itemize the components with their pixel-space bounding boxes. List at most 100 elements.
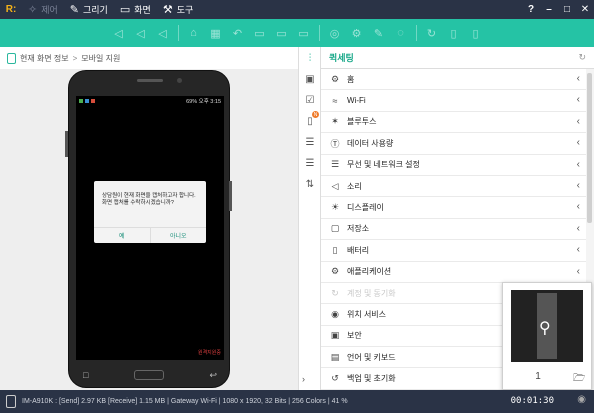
maximize-button[interactable]: □	[558, 4, 576, 15]
settings-row-storage[interactable]: ▢ 저장소 ‹	[321, 219, 586, 241]
phone-info-icon	[7, 52, 16, 64]
status-notifications	[79, 99, 95, 103]
row-label: 소리	[347, 181, 362, 191]
lock-icon: ▣	[330, 330, 340, 341]
toolbar-divider	[318, 25, 320, 41]
chevron-left-icon: ‹	[576, 73, 580, 84]
phone-status-bar: 69% 오후 3:15	[76, 96, 224, 106]
new-badge: N	[312, 111, 319, 118]
menu-control[interactable]: ✧ 제어	[22, 0, 64, 19]
landscape-icon[interactable]: ▯	[465, 23, 487, 43]
settings-row-home[interactable]: ⚙ 홈 ‹	[321, 69, 586, 91]
display-icon[interactable]: ▭	[293, 23, 315, 43]
scroll-thumb[interactable]	[587, 73, 592, 223]
app-icon: ▯	[307, 115, 313, 127]
row-label: 배터리	[347, 245, 370, 255]
phone-nav-keys: □ ↩	[83, 370, 217, 381]
toolbar-divider	[177, 25, 179, 41]
settings-row-data-usage[interactable]: Ⓣ 데이터 사용량 ‹	[321, 133, 586, 155]
keyboard-icon: ▤	[330, 351, 340, 362]
camera-icon[interactable]: ◉	[577, 394, 586, 405]
chevron-left-icon: ‹	[576, 115, 580, 127]
remote-support-label: 원격지원중	[197, 350, 221, 356]
menu-draw-label: 그리기	[83, 5, 108, 15]
volume-up-icon[interactable]: ◁	[152, 23, 174, 43]
touch-icon[interactable]: ◁	[108, 23, 130, 43]
phone-camera	[177, 78, 182, 83]
menu-tools[interactable]: ⚒ 도구	[157, 0, 199, 19]
quick-settings-icon[interactable]: ⫶	[299, 48, 321, 68]
refresh-icon[interactable]: ↻	[578, 52, 586, 63]
settings-row-display[interactable]: ☀ 디스플레이 ‹	[321, 197, 586, 219]
breadcrumb-mobile-support[interactable]: 모바일 지원	[81, 53, 120, 64]
home-icon[interactable]: ⌂	[183, 23, 205, 43]
back-key-icon[interactable]: ↩	[209, 370, 217, 381]
notification-app-icon[interactable]: ▯ N	[299, 111, 321, 131]
control-icon: ✧	[28, 4, 38, 16]
settings-row-bluetooth[interactable]: ✶ 블루투스 ‹	[321, 112, 586, 134]
row-label: 홈	[347, 74, 355, 84]
dialog-no-button[interactable]: 아니오	[151, 228, 207, 243]
folder-icon[interactable]: 🗁	[573, 371, 585, 388]
transfer-icon[interactable]: ⇅	[299, 174, 321, 194]
row-label: 위치 서비스	[347, 309, 387, 319]
home-key[interactable]	[133, 370, 164, 380]
chevron-left-icon: ‹	[576, 137, 580, 149]
report-icon[interactable]: ☰	[299, 153, 321, 173]
settings-row-battery[interactable]: ▯ 배터리 ‹	[321, 240, 586, 262]
phone-screen[interactable]: 69% 오후 3:15 상담원이 현재 화면을 캡처하고자 합니다. 화면 캡처…	[76, 96, 224, 360]
capture-thumbnail[interactable]: ⚲	[511, 290, 583, 362]
window-icon[interactable]: ▭	[249, 23, 271, 43]
menu-tools-label: 도구	[176, 5, 194, 15]
settings-row-applications[interactable]: ⚙ 애플리케이션 ‹	[321, 262, 586, 283]
dialog-message: 상담원이 현재 화면을 캡처하고자 합니다. 화면 캡처를 수락하시겠습니까?	[102, 193, 196, 206]
capture-dialog: 상담원이 현재 화면을 캡처하고자 합니다. 화면 캡처를 수락하시겠습니까? …	[94, 181, 206, 243]
dialog-yes-button[interactable]: 예	[94, 228, 151, 243]
expand-arrow-icon[interactable]: ›	[302, 374, 305, 384]
eraser-icon[interactable]: ◌	[390, 23, 412, 43]
settings-row-sound[interactable]: ◁ 소리 ‹	[321, 176, 586, 198]
menu-screen-label: 화면	[134, 5, 151, 15]
breadcrumb: 현재 화면 정보 > 모바일 지원	[0, 47, 298, 69]
breadcrumb-current-screen[interactable]: 현재 화면 정보	[20, 53, 69, 64]
menu-key-icon[interactable]: □	[83, 370, 88, 381]
menu-screen[interactable]: ▭ 화면	[114, 0, 157, 19]
device-info-icon[interactable]: ▣	[299, 69, 321, 89]
phone-volume-button	[65, 131, 68, 157]
checklist-icon[interactable]: ☑	[299, 90, 321, 110]
settings-title: 퀵세팅	[329, 53, 354, 63]
breadcrumb-separator: >	[72, 53, 78, 63]
help-button[interactable]: ?	[522, 4, 540, 15]
portrait-icon[interactable]: ▯	[443, 23, 465, 43]
row-label: Wi-Fi	[347, 96, 366, 106]
settings-row-network[interactable]: ☰ 무선 및 네트워크 설정 ‹	[321, 155, 586, 176]
chevron-left-icon: ‹	[576, 179, 580, 191]
log-icon[interactable]: ☰	[299, 132, 321, 152]
data-usage-icon: Ⓣ	[330, 138, 340, 149]
menu-draw[interactable]: ✎ 그리기	[64, 0, 114, 19]
camera-icon[interactable]: ◎	[324, 23, 346, 43]
pen-tool-icon[interactable]: ✎	[368, 23, 390, 43]
chevron-left-icon: ‹	[576, 201, 580, 213]
sync-icon: ↻	[331, 287, 339, 298]
volume-down-icon[interactable]: ◁	[130, 23, 152, 43]
row-label: 무선 및 네트워크 설정	[347, 160, 420, 170]
close-button[interactable]: ✕	[576, 4, 594, 15]
wifi-icon: ≈	[332, 95, 338, 106]
zoom-icon[interactable]: ⚲	[539, 318, 551, 338]
settings-icon[interactable]: ⚙	[346, 23, 368, 43]
monitor-icon: ▭	[119, 4, 131, 16]
back-icon[interactable]: ↶	[227, 23, 249, 43]
storage-icon: ▢	[330, 223, 340, 234]
minimize-button[interactable]: –	[540, 4, 558, 15]
chevron-left-icon: ‹	[576, 222, 580, 234]
menu-bar: R: ✧ 제어 ✎ 그리기 ▭ 화면 ⚒ 도구 ? – □ ✕	[0, 0, 594, 19]
phone-status-text: 69% 오후 3:15	[186, 99, 221, 105]
settings-row-wifi[interactable]: ≈ Wi-Fi ‹	[321, 90, 586, 112]
chevron-left-icon: ‹	[576, 244, 580, 256]
screen-icon[interactable]: ▭	[271, 23, 293, 43]
refresh-icon[interactable]: ↻	[421, 23, 443, 43]
battery-icon: ▯	[332, 244, 338, 255]
speaker-icon: ◁	[331, 180, 339, 191]
menu-grid-icon[interactable]: ▦	[205, 23, 227, 43]
